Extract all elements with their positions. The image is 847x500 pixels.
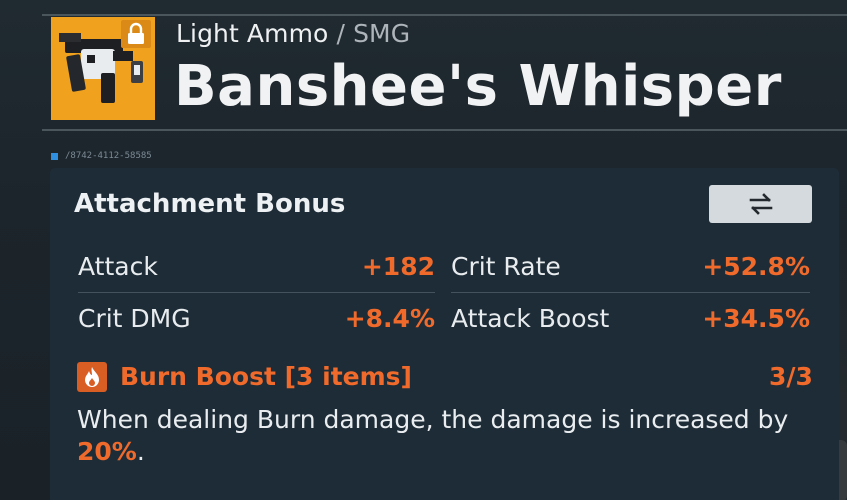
weapon-category: SMG (353, 19, 411, 48)
attachment-bonus-panel: Attachment Bonus Attack +182 Crit Rate +… (50, 168, 839, 500)
weapon-thumbnail[interactable] (51, 17, 155, 120)
serial-number: /8742-4112-58585 (65, 151, 152, 161)
set-bonus-badge (77, 362, 107, 392)
swap-arrows-icon (749, 193, 772, 215)
weapon-detail-screen: Light Ammo / SMG Banshee's Whisper /8742… (0, 0, 847, 500)
stat-value: +34.5% (702, 303, 810, 333)
subtitle-separator: / (336, 19, 346, 48)
serial-line: /8742-4112-58585 (51, 151, 152, 161)
stat-row-crit-dmg: Crit DMG +8.4% (78, 296, 435, 340)
stat-name: Crit DMG (78, 303, 191, 333)
stat-row-attack: Attack +182 (78, 244, 435, 288)
weapon-subtitle: Light Ammo / SMG (176, 19, 410, 48)
panel-title: Attachment Bonus (74, 189, 346, 219)
description-highlight: 20% (77, 437, 137, 466)
stat-name: Attack Boost (451, 303, 610, 333)
set-bonus-description: When dealing Burn damage, the damage is … (77, 404, 807, 468)
swap-button[interactable] (709, 185, 812, 223)
serial-marker-icon (51, 152, 58, 160)
set-bonus-name: Burn Boost [3 items] (120, 362, 412, 391)
stat-divider (451, 292, 810, 293)
stat-value: +8.4% (344, 303, 435, 333)
stat-name: Attack (78, 251, 158, 281)
description-text: When dealing Burn damage, the damage is … (77, 405, 789, 434)
weapon-name: Banshee's Whisper (174, 54, 782, 119)
fire-icon (85, 367, 99, 387)
stat-row-crit-rate: Crit Rate +52.8% (451, 244, 810, 288)
description-suffix: . (136, 437, 145, 466)
stat-divider (78, 292, 435, 293)
ammo-type: Light Ammo (176, 19, 329, 48)
stat-value: +182 (361, 251, 435, 281)
stat-row-attack-boost: Attack Boost +34.5% (451, 296, 810, 340)
lock-toggle[interactable] (121, 20, 151, 48)
set-bonus-count: 3/3 (769, 362, 813, 391)
header-top-divider (42, 14, 847, 16)
stat-name: Crit Rate (451, 251, 561, 281)
stat-value: +52.8% (702, 251, 810, 281)
header-bottom-divider (42, 129, 847, 131)
lock-icon (128, 22, 144, 44)
